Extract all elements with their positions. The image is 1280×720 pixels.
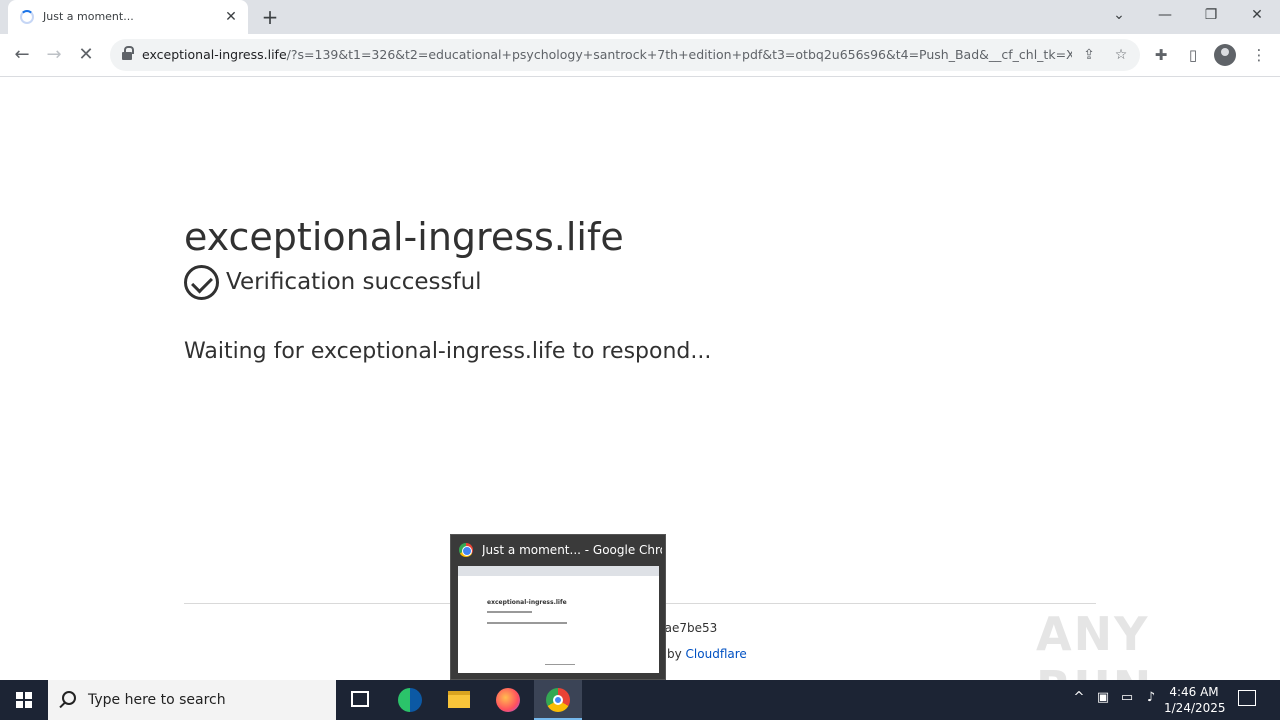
taskbar: Type here to search ^ ▣ ▭ ♪ 4:46 AM 1/24… <box>0 680 1280 720</box>
search-placeholder: Type here to search <box>88 692 226 708</box>
profile-avatar-icon[interactable] <box>1214 44 1236 66</box>
cloudflare-link[interactable]: Cloudflare <box>686 647 747 661</box>
thumb-line <box>487 611 532 613</box>
restore-button[interactable]: ❐ <box>1196 4 1226 28</box>
new-tab-button[interactable]: + <box>259 6 281 28</box>
file-explorer-taskbar-button[interactable] <box>435 680 483 720</box>
show-hidden-icons-chevron-icon[interactable]: ^ <box>1069 690 1089 705</box>
chrome-icon <box>459 543 473 557</box>
taskbar-search-box[interactable]: Type here to search <box>48 680 336 720</box>
edge-icon <box>398 688 422 712</box>
clock-time: 4:46 AM <box>1169 685 1219 699</box>
thumb-line <box>487 622 567 624</box>
firefox-icon <box>496 688 520 712</box>
page-title: exceptional-ingress.life <box>184 215 624 259</box>
url-path: /?s=139&t1=326&t2=educational+psychology… <box>286 47 1072 62</box>
side-panel-icon[interactable]: ▯ <box>1182 44 1204 66</box>
firefox-taskbar-button[interactable] <box>484 680 532 720</box>
url-host: exceptional-ingress.life <box>142 47 287 62</box>
task-view-button[interactable] <box>336 680 384 720</box>
browser-tab[interactable]: Just a moment... ✕ <box>8 0 248 34</box>
chrome-icon <box>546 688 570 712</box>
network-icon[interactable]: ▭ <box>1117 690 1137 705</box>
forward-button[interactable]: → <box>41 42 67 68</box>
tab-close-icon[interactable]: ✕ <box>222 8 240 26</box>
search-icon <box>62 691 76 705</box>
waiting-message: Waiting for exceptional-ingress.life to … <box>184 339 712 364</box>
checkmark-circle-icon <box>184 265 219 300</box>
verification-status: Verification successful <box>226 269 482 295</box>
meet-now-icon[interactable]: ▣ <box>1093 690 1113 705</box>
bookmark-star-icon[interactable]: ☆ <box>1112 46 1130 64</box>
back-button[interactable]: ← <box>9 42 35 68</box>
tab-search-chevron-icon[interactable]: ⌄ <box>1104 4 1134 28</box>
thumb-line <box>545 664 575 665</box>
system-clock[interactable]: 4:46 AM 1/24/2025 <box>1164 684 1226 716</box>
chrome-taskbar-button[interactable] <box>534 680 582 720</box>
clock-date: 1/24/2025 <box>1164 701 1226 715</box>
share-icon[interactable]: ⇪ <box>1080 46 1098 64</box>
tab-title: Just a moment... <box>43 10 134 23</box>
lock-icon[interactable] <box>122 46 134 61</box>
volume-icon[interactable]: ♪ <box>1141 690 1161 705</box>
tab-strip: Just a moment... ✕ + ⌄ — ❐ ✕ <box>0 0 1280 34</box>
taskbar-window-preview[interactable]: Just a moment... - Google Chro... except… <box>450 534 666 680</box>
preview-title: Just a moment... - Google Chro... <box>482 543 662 557</box>
thumb-toolbar <box>458 566 659 576</box>
url-text[interactable]: exceptional-ingress.life/?s=139&t1=326&t… <box>142 47 1072 62</box>
loading-spinner-icon <box>20 10 34 24</box>
browser-toolbar: ← → ✕ exceptional-ingress.life/?s=139&t1… <box>0 34 1280 77</box>
windows-logo-icon <box>16 692 32 708</box>
thumb-title: exceptional-ingress.life <box>487 599 567 606</box>
browser-menu-icon[interactable]: ⋮ <box>1248 44 1270 66</box>
stop-loading-button[interactable]: ✕ <box>73 42 99 68</box>
address-bar[interactable]: exceptional-ingress.life/?s=139&t1=326&t… <box>110 39 1140 71</box>
folder-icon <box>448 691 470 708</box>
start-button[interactable] <box>0 680 48 720</box>
task-view-icon <box>351 691 369 707</box>
notification-center-icon[interactable] <box>1238 690 1256 706</box>
minimize-button[interactable]: — <box>1150 4 1180 28</box>
edge-taskbar-button[interactable] <box>386 680 434 720</box>
preview-thumbnail[interactable]: exceptional-ingress.life <box>458 566 659 673</box>
close-window-button[interactable]: ✕ <box>1242 4 1272 28</box>
extensions-puzzle-icon[interactable]: ✚ <box>1150 44 1172 66</box>
